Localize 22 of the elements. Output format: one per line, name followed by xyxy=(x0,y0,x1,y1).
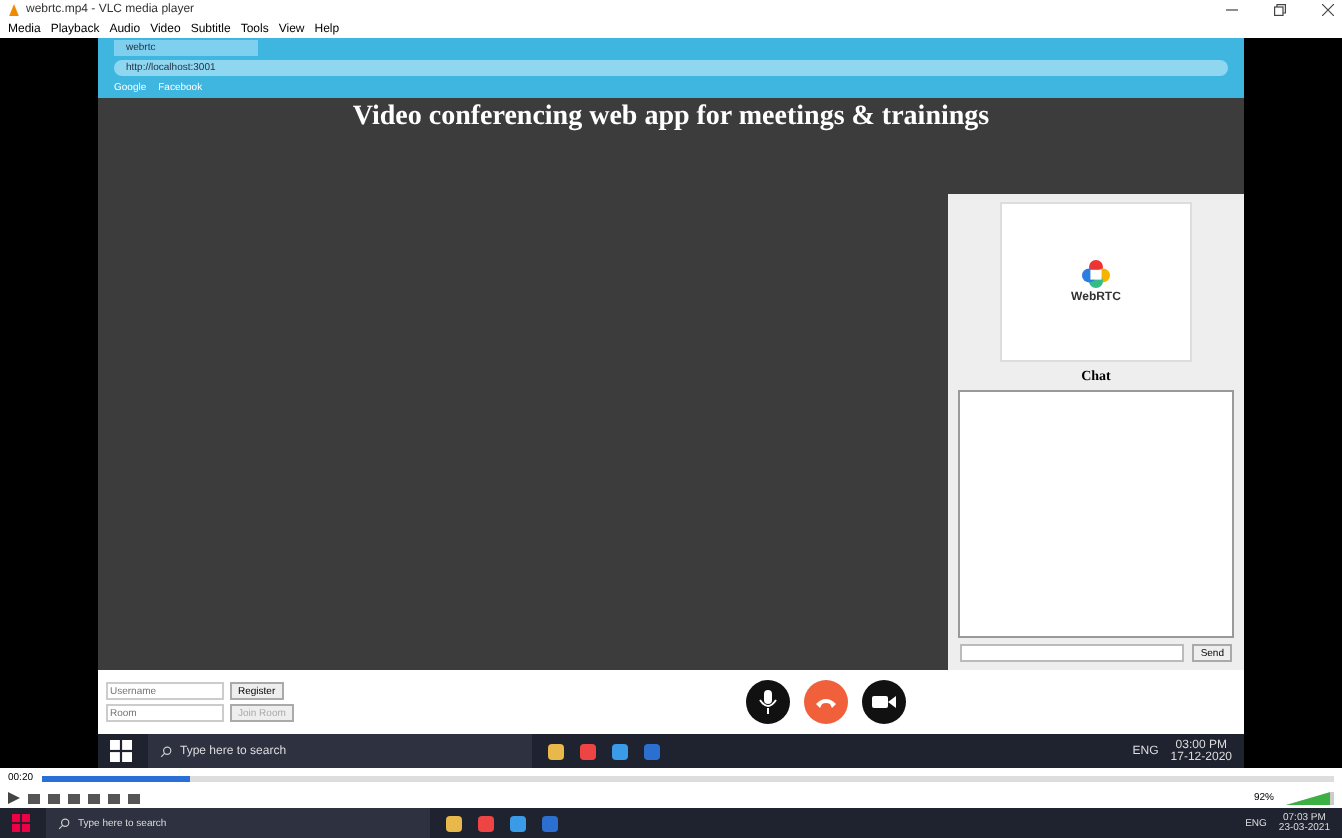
restore-icon[interactable] xyxy=(1274,4,1286,16)
browser-icon[interactable] xyxy=(478,815,494,831)
hang-up-button[interactable] xyxy=(804,680,848,724)
phone-icon xyxy=(814,694,838,710)
search-icon xyxy=(160,745,172,757)
camera-icon xyxy=(872,694,896,710)
page-heading: Video conferencing web app for meetings & trainings xyxy=(98,98,1244,138)
webrtc-logo-icon xyxy=(1082,260,1110,288)
close-icon[interactable] xyxy=(1322,4,1334,16)
folder-icon[interactable] xyxy=(446,815,462,831)
microphone-button[interactable] xyxy=(746,680,790,724)
browser-icon[interactable] xyxy=(580,743,596,759)
microphone-icon xyxy=(758,690,778,714)
search-icon xyxy=(58,817,70,829)
windows-icon[interactable] xyxy=(110,740,132,762)
minimize-icon[interactable] xyxy=(1226,4,1238,16)
folder-icon[interactable] xyxy=(548,743,564,759)
camera-button[interactable] xyxy=(862,680,906,724)
seek-bar[interactable] xyxy=(41,775,1334,781)
message-field[interactable] xyxy=(960,644,1185,662)
cone-icon xyxy=(8,4,20,16)
play-icon[interactable] xyxy=(8,792,20,804)
